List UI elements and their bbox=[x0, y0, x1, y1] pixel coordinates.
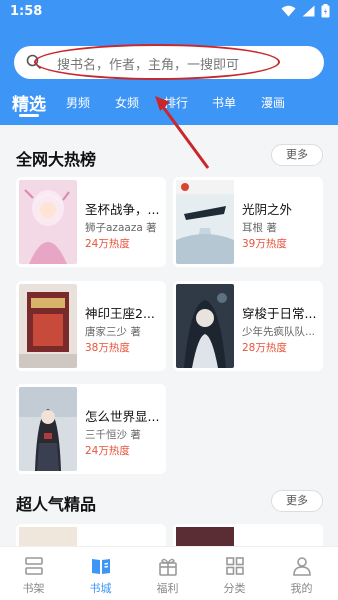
nav-category[interactable]: 分类 bbox=[201, 547, 268, 600]
book-title: 光阴之外 bbox=[242, 202, 293, 217]
tab-selected[interactable]: 精选 bbox=[12, 90, 46, 115]
tab-female[interactable]: 女频 bbox=[115, 94, 139, 111]
wifi-icon bbox=[281, 5, 296, 17]
book-cover bbox=[176, 180, 234, 264]
book-cover bbox=[19, 180, 77, 264]
gift-icon bbox=[159, 558, 177, 576]
book-card[interactable]: 圣杯战争，... 狮子azaaza 著 24万热度 bbox=[16, 177, 166, 267]
more-button-hot[interactable]: 更多 bbox=[271, 144, 323, 166]
book-card[interactable]: 神印王座2... 唐家三少 著 38万热度 bbox=[16, 281, 166, 371]
book-title: 神印王座2... bbox=[85, 306, 155, 321]
book-cover bbox=[176, 527, 234, 546]
book-cover bbox=[19, 527, 77, 546]
tab-male[interactable]: 男频 bbox=[66, 94, 90, 111]
book-heat: 39万热度 bbox=[242, 238, 287, 250]
signal-icon bbox=[302, 5, 315, 17]
book-cover bbox=[176, 284, 234, 368]
annotation-arrow bbox=[155, 96, 210, 169]
tab-comics[interactable]: 漫画 bbox=[261, 94, 285, 111]
status-icons bbox=[281, 4, 330, 18]
section-title-hot: 全网大热榜 bbox=[16, 150, 97, 169]
book-title: 圣杯战争，... bbox=[85, 202, 160, 217]
book-author: 少年先疯队队... bbox=[242, 326, 316, 338]
book-title: 怎么世界显... bbox=[85, 409, 160, 424]
book-heat: 24万热度 bbox=[85, 238, 130, 250]
book-card-partial[interactable] bbox=[16, 524, 166, 546]
status-time: 1:58 bbox=[10, 4, 43, 19]
book-title: 穿梭于日常... bbox=[242, 306, 317, 321]
bottom-nav: 书架 书城 福利 分类 我的 bbox=[0, 546, 338, 600]
battery-icon bbox=[321, 4, 330, 18]
book-card-partial[interactable] bbox=[173, 524, 323, 546]
nav-label: 我的 bbox=[290, 582, 313, 595]
book-author: 耳根 著 bbox=[242, 222, 277, 234]
nav-label: 分类 bbox=[223, 582, 246, 595]
book-author: 狮子azaaza 著 bbox=[85, 222, 157, 234]
more-button-popular[interactable]: 更多 bbox=[271, 490, 323, 512]
book-card[interactable]: 光阴之外 耳根 著 39万热度 bbox=[173, 177, 323, 267]
tab-booklist[interactable]: 书单 bbox=[212, 94, 236, 111]
annotation-ellipse bbox=[34, 44, 280, 80]
nav-label: 福利 bbox=[156, 582, 179, 595]
book-heat: 28万热度 bbox=[242, 342, 287, 354]
nav-welfare[interactable]: 福利 bbox=[134, 547, 201, 600]
nav-bookstore[interactable]: 书城 bbox=[67, 547, 134, 600]
user-icon bbox=[293, 557, 311, 576]
book-cover bbox=[19, 387, 77, 471]
nav-bookshelf[interactable]: 书架 bbox=[0, 547, 67, 600]
book-author: 三千恒沙 著 bbox=[85, 429, 141, 441]
book-card[interactable]: 怎么世界显... 三千恒沙 著 24万热度 bbox=[16, 384, 166, 474]
active-tab-indicator bbox=[19, 114, 39, 117]
book-open-icon bbox=[92, 559, 110, 574]
status-bar: 1:58 bbox=[0, 0, 338, 26]
section-title-popular: 超人气精品 bbox=[16, 495, 97, 514]
book-heat: 24万热度 bbox=[85, 445, 130, 457]
nav-label: 书城 bbox=[89, 582, 112, 595]
book-author: 唐家三少 著 bbox=[85, 326, 141, 338]
bookshelf-icon bbox=[25, 557, 43, 575]
grid-icon bbox=[226, 557, 244, 575]
nav-profile[interactable]: 我的 bbox=[268, 547, 335, 600]
book-card[interactable]: 穿梭于日常... 少年先疯队队... 28万热度 bbox=[173, 281, 323, 371]
nav-label: 书架 bbox=[22, 582, 45, 595]
book-cover bbox=[19, 284, 77, 368]
book-heat: 38万热度 bbox=[85, 342, 130, 354]
